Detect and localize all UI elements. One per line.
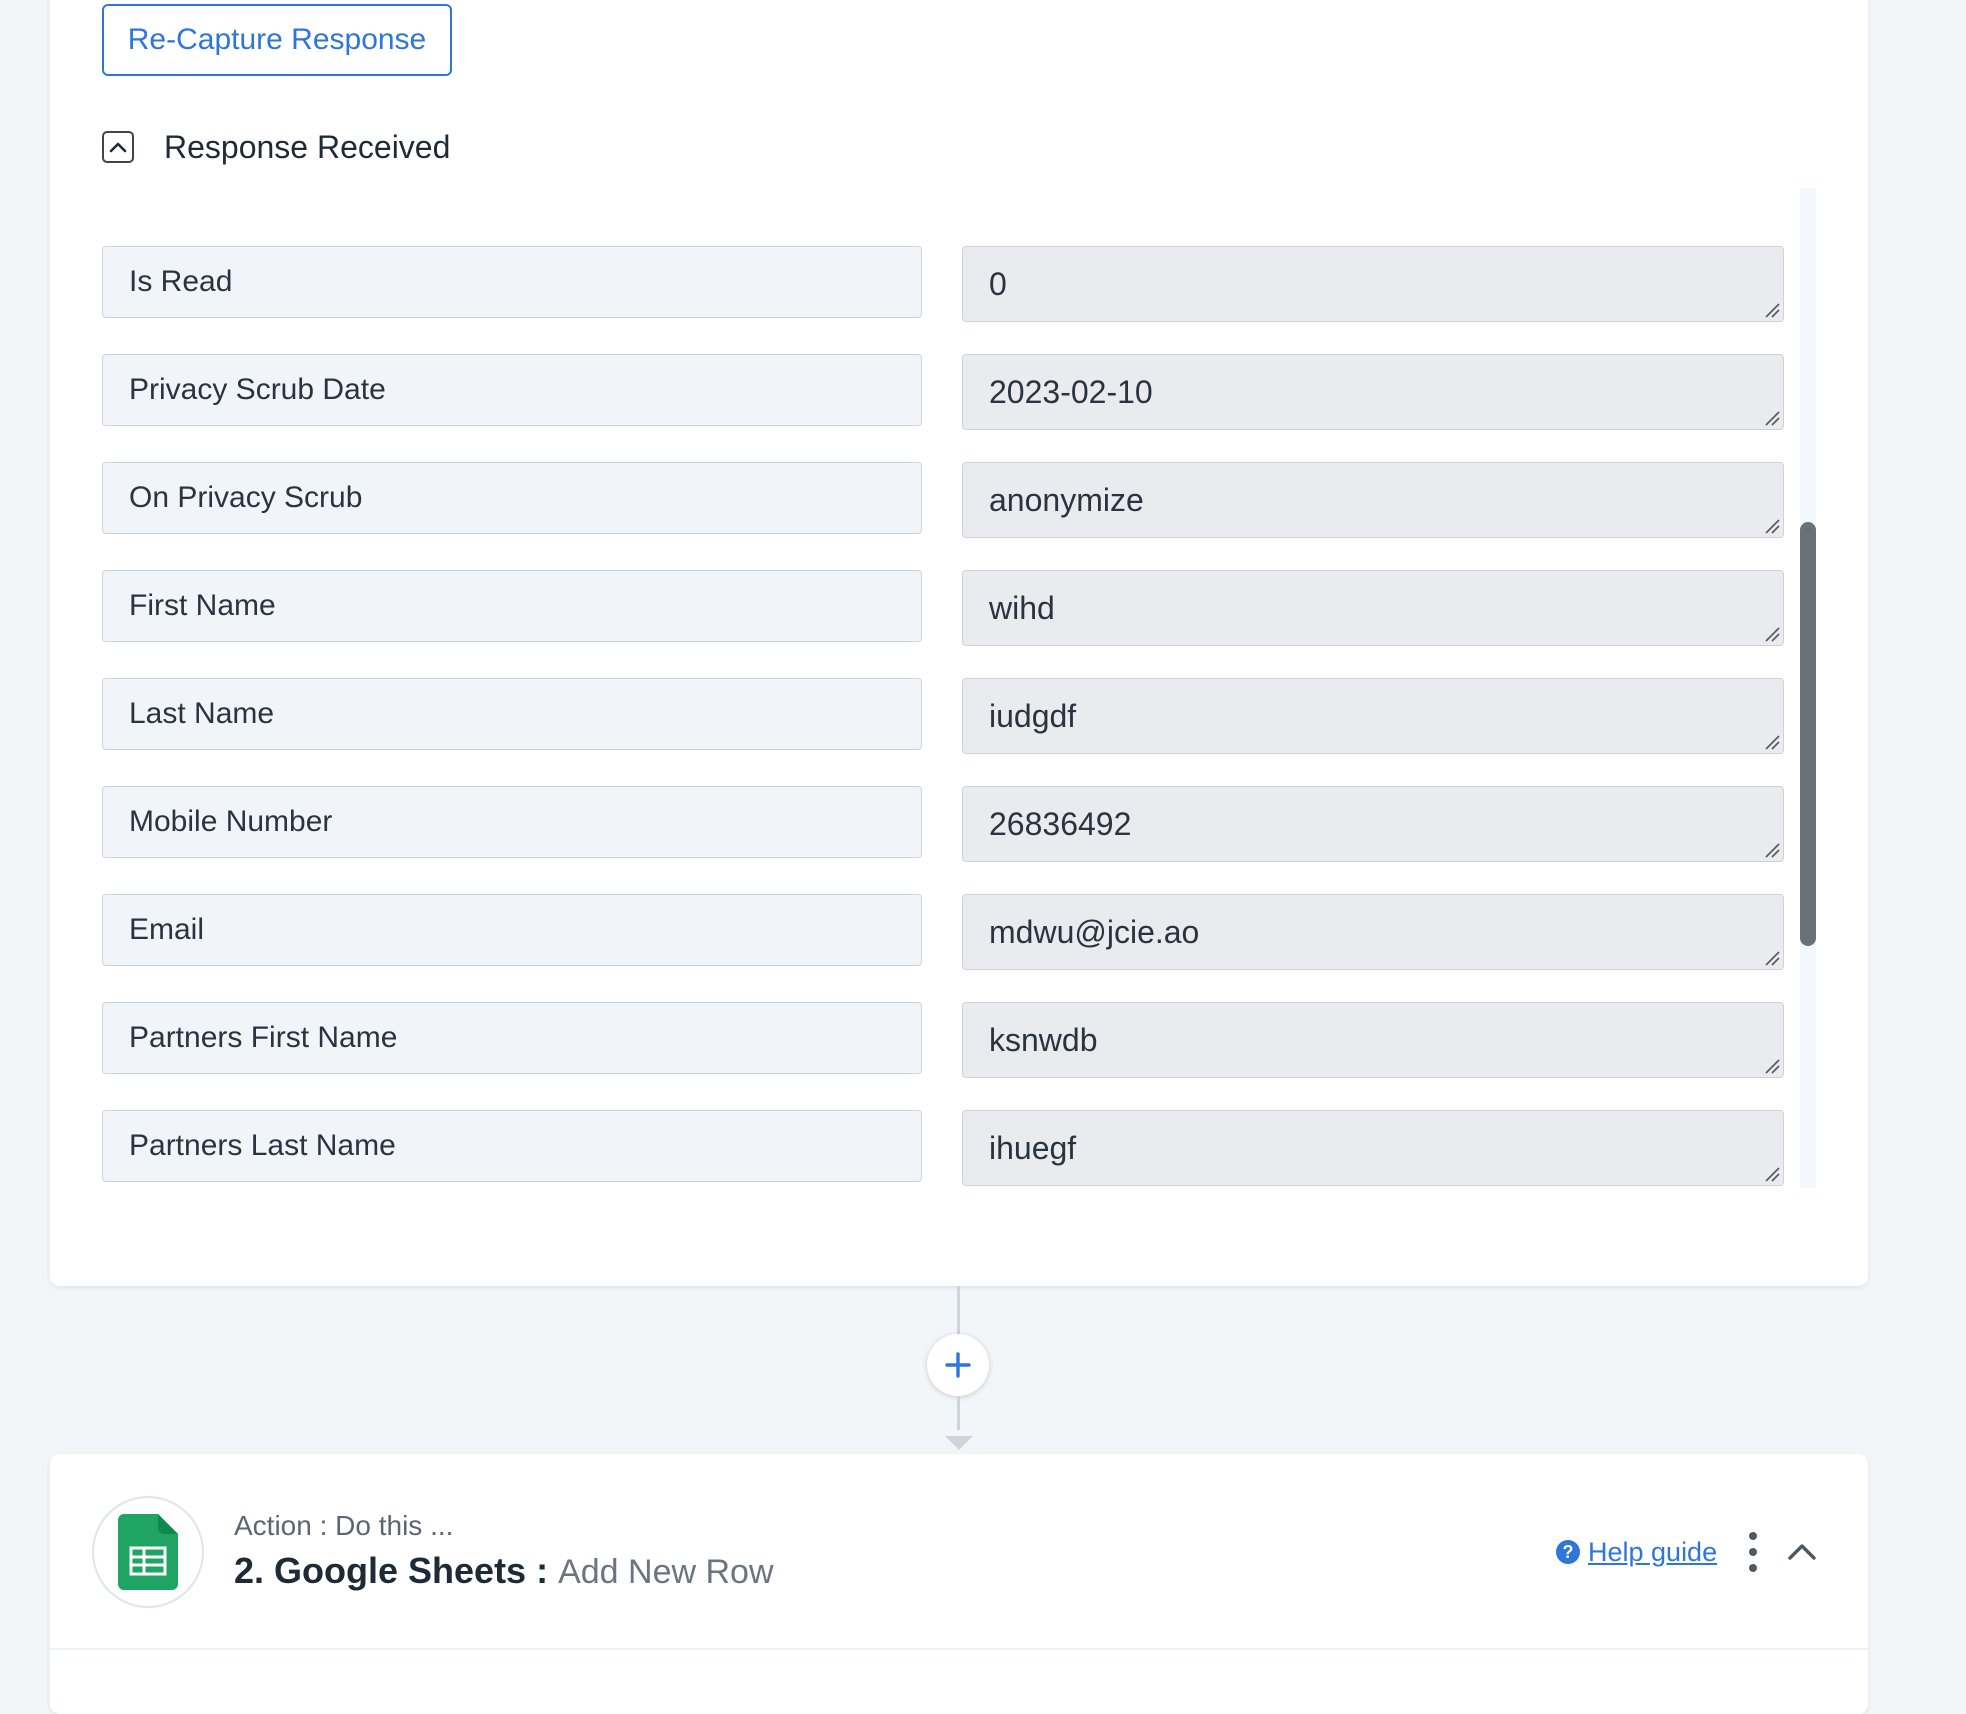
fields-scrollbar-thumb[interactable] [1800,522,1816,946]
add-step-button[interactable] [927,1334,989,1396]
chevron-up-icon [109,142,127,153]
field-value-text: iudgdf [989,697,1077,734]
resize-grip-icon[interactable] [1763,733,1781,751]
action-title: 2. Google Sheets : Add New Row [234,1550,774,1592]
field-row: Partners Last Name ihuegf [102,1110,1784,1186]
field-row: Mobile Number 26836492 [102,786,1784,862]
field-value-text: 0 [989,265,1007,302]
help-guide-link[interactable]: ? Help guide [1556,1535,1717,1569]
connector-line [957,1286,960,1336]
more-options-icon[interactable] [1740,1532,1766,1572]
google-sheets-icon [118,1514,178,1590]
plus-icon [945,1352,971,1378]
field-row: Email mdwu@jcie.ao [102,894,1784,970]
field-value-text: 2023-02-10 [989,373,1153,410]
field-value[interactable]: ihuegf [962,1110,1784,1186]
step-event-name: Add New Row [558,1553,774,1591]
field-value[interactable]: mdwu@jcie.ao [962,894,1784,970]
field-value[interactable]: 2023-02-10 [962,354,1784,430]
resize-grip-icon[interactable] [1763,841,1781,859]
field-value-text: ihuegf [989,1129,1077,1166]
field-label: Partners Last Name [102,1110,922,1182]
help-guide-label: Help guide [1588,1536,1718,1567]
divider [50,1648,1868,1650]
field-value[interactable]: wihd [962,570,1784,646]
field-row: First Name wihd [102,570,1784,646]
field-label: Is Read [102,246,922,318]
field-value-text: mdwu@jcie.ao [989,913,1200,950]
response-fields-list: Is Read 0 Privacy Scrub Date 2023-02-10 … [102,188,1816,1188]
resize-grip-icon[interactable] [1763,409,1781,427]
resize-grip-icon[interactable] [1763,1165,1781,1183]
field-value-text: ksnwdb [989,1021,1098,1058]
arrow-down-icon [945,1436,973,1450]
field-value[interactable]: 26836492 [962,786,1784,862]
step-app-name: 2. Google Sheets : [234,1550,549,1591]
field-row: Privacy Scrub Date 2023-02-10 [102,354,1784,430]
field-row: On Privacy Scrub anonymize [102,462,1784,538]
recapture-response-button[interactable]: Re-Capture Response [102,4,452,76]
question-circle-icon: ? [1556,1540,1580,1564]
field-value[interactable]: 0 [962,246,1784,322]
field-label: Last Name [102,678,922,750]
field-label: Email [102,894,922,966]
field-row: Partners First Name ksnwdb [102,1002,1784,1078]
resize-grip-icon[interactable] [1763,949,1781,967]
collapse-response-toggle[interactable] [102,131,134,163]
app-icon-container [92,1496,204,1608]
resize-grip-icon[interactable] [1763,625,1781,643]
chevron-up-icon[interactable] [1784,1536,1820,1566]
resize-grip-icon[interactable] [1763,517,1781,535]
resize-grip-icon[interactable] [1763,1057,1781,1075]
field-row: Is Read 0 [102,246,1784,322]
field-value-text: 26836492 [989,805,1132,842]
field-label: On Privacy Scrub [102,462,922,534]
field-value[interactable]: ksnwdb [962,1002,1784,1078]
field-label: Privacy Scrub Date [102,354,922,426]
field-label: Mobile Number [102,786,922,858]
response-received-header: Response Received [102,126,450,168]
connector-line [957,1396,960,1430]
resize-grip-icon[interactable] [1763,301,1781,319]
field-value[interactable]: anonymize [962,462,1784,538]
field-label: Partners First Name [102,1002,922,1074]
action-subtitle: Action : Do this ... [234,1510,454,1541]
response-title: Response Received [164,128,451,165]
field-label: First Name [102,570,922,642]
field-value-text: anonymize [989,481,1144,518]
field-value[interactable]: iudgdf [962,678,1784,754]
field-row: Last Name iudgdf [102,678,1784,754]
field-value-text: wihd [989,589,1055,626]
